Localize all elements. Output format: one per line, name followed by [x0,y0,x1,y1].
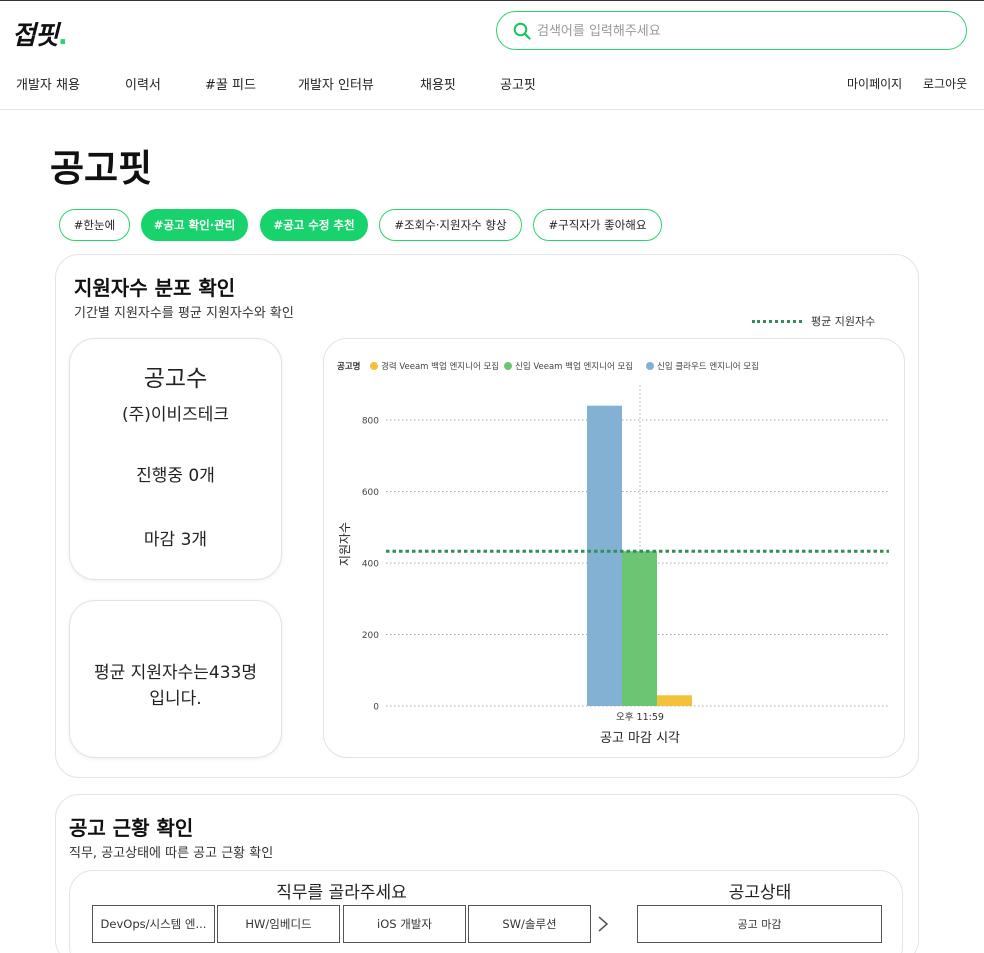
average-legend: 평균 지원자수 [752,313,875,329]
nav-hiring-fit[interactable]: 채용핏 [420,74,456,93]
y-axis-title: 지원자수 [338,522,352,566]
logout-link[interactable]: 로그아웃 [923,75,967,92]
bar-1 [657,695,692,706]
logo-dot: . [57,21,68,51]
job-select-label: 직무를 골라주세요 [276,883,407,903]
section-title: 지원자수 분포 확인 [74,276,236,300]
section2-subtitle: 직무, 공고상태에 따른 공고 근황 확인 [69,846,274,861]
average-legend-label: 평균 지원자수 [811,315,876,328]
job-button-ios[interactable]: iOS 개발자 [343,905,466,943]
nav-developer-interview[interactable]: 개발자 인터뷰 [298,74,374,93]
legend-label-3: 신입 클라우드 엔지니어 모집 [657,361,759,372]
ongoing-count: 진행중 0개 [136,466,215,486]
y-tick-label-400: 400 [362,560,379,570]
nav-posting-fit[interactable]: 공고핏 [500,74,536,93]
page-title: 공고핏 [50,147,153,190]
job-button-sw-solution[interactable]: SW/솔루션 [468,905,591,943]
logo-text: 접핏 [12,21,59,51]
legend-label-2: 신입 Veeam 백업 엔지니어 모집 [515,361,633,372]
job-button-devops[interactable]: DevOps/시스템 엔... [92,905,215,943]
section-subtitle: 기간별 지원자수를 평균 지원자수와 확인 [74,306,294,321]
closed-count: 마감 3개 [143,530,208,550]
status-select[interactable]: 공고 마감 [637,905,882,943]
search-bar[interactable] [496,11,967,50]
average-applicants-card: 평균 지원자수는433명 입니다. [69,600,282,758]
legend-marker-1 [370,362,378,370]
posting-count-card: 공고수 (주)이비즈테크 진행중 0개 마감 3개 [69,338,282,580]
legend-marker-3 [646,362,654,370]
chip-at-a-glance[interactable]: #한눈에 [59,209,130,241]
nav-honey-feed[interactable]: #꿀 피드 [205,74,256,93]
x-axis-title: 공고 마감 시각 [600,731,680,746]
posting-count-heading: 공고수 [143,366,208,392]
y-tick-label-200: 200 [362,631,379,641]
search-input[interactable] [537,20,937,42]
average-applicants-line2: 입니다. [149,689,202,709]
job-button-hw-embedded[interactable]: HW/임베디드 [217,905,340,943]
x-tick-label: 오후 11:59 [616,712,664,723]
chip-posting-manage[interactable]: #공고 확인·관리 [141,209,248,241]
chart-container: 공고명 경력 Veeam 백업 엔지니어 모집 신입 Veeam 백업 엔지니어 모… [323,338,905,758]
section2-title: 공고 근황 확인 [69,816,194,840]
y-tick-label-0: 0 [373,703,379,713]
search-icon[interactable] [513,22,531,40]
average-applicants-line1: 평균 지원자수는433명 [94,663,257,683]
legend-title: 공고명 [337,361,360,372]
average-legend-line [752,319,802,323]
legend-label-1: 경력 Veeam 백업 엔지니어 모집 [381,361,499,372]
chip-seekers-like[interactable]: #구직자가 좋아해요 [533,209,662,241]
y-tick-label-800: 800 [362,417,379,427]
applicants-bar-chart: 공고명 경력 Veeam 백업 엔지니어 모집 신입 Veeam 백업 엔지니어 모… [337,361,889,746]
y-tick-label-600: 600 [362,488,379,498]
nav-developer-jobs[interactable]: 개발자 채용 [16,74,80,93]
chevron-right-icon[interactable] [596,914,610,934]
legend-marker-2 [504,362,512,370]
bar-3 [587,405,622,706]
logo[interactable]: 접핏. [12,15,68,52]
mypage-link[interactable]: 마이페이지 [847,75,902,92]
chip-posting-edit-recommend[interactable]: #공고 수정 추천 [260,209,368,241]
company-name: (주)이비즈테크 [121,405,230,425]
nav-resume[interactable]: 이력서 [125,74,161,93]
chip-views-applicants-up[interactable]: #조회수·지원자수 향상 [379,209,522,241]
status-label: 공고상태 [728,883,792,903]
site-header: 접핏. 개발자 채용 이력서 #꿀 피드 개발자 인터뷰 채용핏 공고핏 마이페… [0,1,984,110]
